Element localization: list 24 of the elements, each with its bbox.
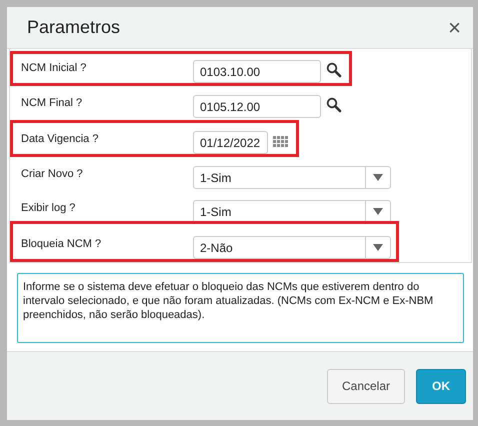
dialog-title: Parametros	[27, 17, 120, 38]
cancel-button[interactable]: Cancelar	[327, 368, 405, 404]
search-icon	[326, 62, 342, 78]
close-button[interactable]: ×	[448, 16, 461, 38]
dropdown[interactable]: 2-Não	[193, 236, 391, 259]
caret-icon	[373, 244, 383, 251]
dropdown[interactable]: 1-Sim	[193, 166, 391, 189]
help-text: Informe se o sistema deve efetuar o bloqueio das NCMs que estiverem dentro do intervalo selecionado, e que não foram atualizadas. (NCMs com Ex-NCM e Ex-NBM preenchidos, não serão bloqueadas).	[17, 273, 464, 343]
field-label: Exibir log ?	[21, 201, 76, 214]
date-field[interactable]: 01/12/2022	[193, 131, 268, 154]
field-label: NCM Final ?	[21, 96, 84, 109]
field-label: NCM Inicial ?	[21, 61, 88, 74]
input-field[interactable]: 0103.10.00	[193, 60, 321, 83]
field-label: Data Vigencia ?	[21, 132, 100, 145]
field-label: Criar Novo ?	[21, 167, 84, 180]
search-icon	[326, 97, 342, 113]
caret-icon	[373, 174, 383, 181]
search-button[interactable]	[324, 60, 344, 80]
search-button[interactable]	[324, 95, 344, 115]
input-field[interactable]: 0105.12.00	[193, 95, 321, 118]
caret-icon	[373, 208, 383, 215]
dropdown[interactable]: 1-Sim	[193, 200, 391, 223]
calendar-grid-icon	[273, 136, 289, 146]
field-label: Bloqueia NCM ?	[21, 237, 102, 250]
